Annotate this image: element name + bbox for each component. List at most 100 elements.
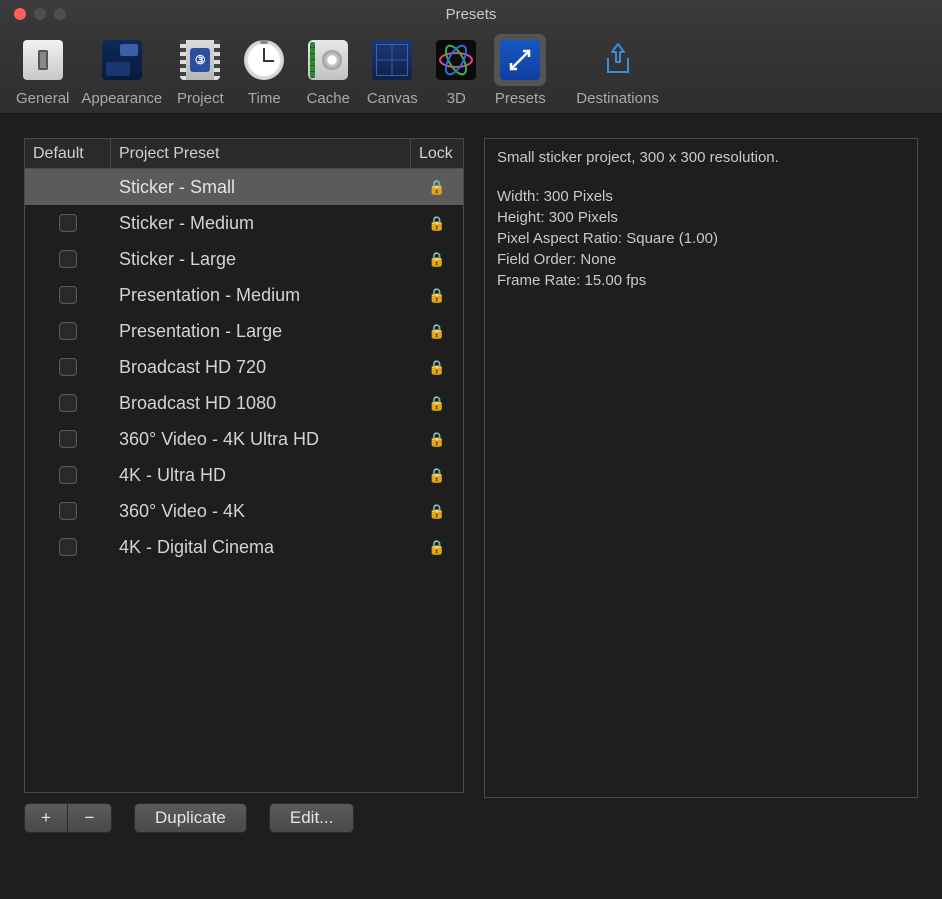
preset-name-cell: 360° Video - 4K [111,493,411,529]
content-area: Default Project Preset Lock Sticker - Sm… [0,114,942,849]
default-cell [25,169,111,205]
default-checkbox[interactable] [59,250,77,268]
presets-table: Default Project Preset Lock Sticker - Sm… [24,138,464,793]
table-row[interactable]: Sticker - Medium🔒 [25,205,463,241]
close-window-button[interactable] [14,8,26,20]
preset-info-line: Height: 300 Pixels [497,207,905,228]
default-cell [25,349,111,385]
default-checkbox[interactable] [59,538,77,556]
window-title: Presets [0,6,942,23]
lock-cell: 🔒 [411,169,463,205]
lock-icon: 🔒 [428,431,445,448]
minimize-window-button[interactable] [34,8,46,20]
preset-summary: Small sticker project, 300 x 300 resolut… [497,147,905,168]
default-cell [25,241,111,277]
default-checkbox[interactable] [59,502,77,520]
preset-name-cell: Broadcast HD 720 [111,349,411,385]
preset-info-line: Width: 300 Pixels [497,186,905,207]
default-checkbox[interactable] [59,214,77,232]
film-icon: ③ [180,40,220,80]
default-cell [25,529,111,565]
column-header-lock[interactable]: Lock [411,139,463,168]
table-row[interactable]: Sticker - Large 🔒 [25,241,463,277]
list-footer: + − Duplicate Edit... [24,793,464,843]
default-cell [25,385,111,421]
table-body: Sticker - Small🔒Sticker - Medium🔒Sticker… [25,169,463,565]
table-row[interactable]: Broadcast HD 1080 🔒 [25,385,463,421]
default-checkbox[interactable] [59,358,77,376]
stopwatch-icon [244,40,284,80]
toolbar-tab-cache[interactable]: Cache [296,34,360,107]
preset-info-line: Field Order: None [497,249,905,270]
lock-cell: 🔒 [411,529,463,565]
default-checkbox[interactable] [59,466,77,484]
preset-name-cell: Presentation - Medium [111,277,411,313]
toolbar-tab-canvas[interactable]: Canvas [360,34,424,107]
default-cell [25,205,111,241]
default-checkbox[interactable] [59,322,77,340]
toolbar-tab-destinations[interactable]: Destinations [570,34,665,107]
toolbar-tab-time[interactable]: Time [232,34,296,107]
lock-icon: 🔒 [428,251,445,268]
column-header-default[interactable]: Default [25,139,111,168]
table-row[interactable]: 360° Video - 4K🔒 [25,493,463,529]
toolbar-tab-appearance[interactable]: Appearance [75,34,168,107]
preset-name-cell: Sticker - Small [111,169,411,205]
preset-name-cell: Sticker - Large [111,241,411,277]
table-row[interactable]: 4K - Ultra HD🔒 [25,457,463,493]
lock-icon: 🔒 [428,467,445,484]
preset-info-panel: Small sticker project, 300 x 300 resolut… [484,138,918,798]
toolbar-tab-general[interactable]: General [10,34,75,107]
traffic-lights [14,8,66,20]
remove-preset-button[interactable]: − [68,803,112,833]
lock-cell: 🔒 [411,493,463,529]
toolbar-tab-presets[interactable]: Presets [488,34,552,107]
lock-cell: 🔒 [411,421,463,457]
table-row[interactable]: Sticker - Small🔒 [25,169,463,205]
default-cell [25,421,111,457]
zoom-window-button[interactable] [54,8,66,20]
default-cell [25,493,111,529]
3d-icon [436,40,476,80]
add-remove-segment: + − [24,803,112,833]
column-header-preset[interactable]: Project Preset [111,139,411,168]
lock-cell: 🔒 [411,457,463,493]
toolbar-tab-3d[interactable]: 3D [424,34,488,107]
lock-icon: 🔒 [428,323,445,340]
lock-icon: 🔒 [428,539,445,556]
default-checkbox[interactable] [59,394,77,412]
lock-icon: 🔒 [428,287,445,304]
lock-cell: 🔒 [411,205,463,241]
duplicate-button[interactable]: Duplicate [134,803,247,833]
default-checkbox[interactable] [59,430,77,448]
canvas-icon [372,40,412,80]
lock-icon: 🔒 [428,215,445,232]
cache-icon [308,40,348,80]
preset-name-cell: 360° Video - 4K Ultra HD [111,421,411,457]
appearance-icon [102,40,142,80]
lock-cell: 🔒 [411,313,463,349]
default-cell [25,313,111,349]
preset-name-cell: Broadcast HD 1080 [111,385,411,421]
table-row[interactable]: Broadcast HD 720 🔒 [25,349,463,385]
lock-cell: 🔒 [411,277,463,313]
presets-list-panel: Default Project Preset Lock Sticker - Sm… [24,138,464,843]
table-row[interactable]: 4K - Digital Cinema 🔒 [25,529,463,565]
titlebar: Presets [0,0,942,28]
toolbar-tab-project[interactable]: ③ Project [168,34,232,107]
table-row[interactable]: Presentation - Medium 🔒 [25,277,463,313]
lock-cell: 🔒 [411,385,463,421]
share-icon [598,40,638,80]
edit-button[interactable]: Edit... [269,803,354,833]
preset-name-cell: 4K - Digital Cinema [111,529,411,565]
preset-name-cell: Presentation - Large [111,313,411,349]
table-row[interactable]: 360° Video - 4K Ultra HD 🔒 [25,421,463,457]
preset-info-line: Frame Rate: 15.00 fps [497,270,905,291]
default-checkbox[interactable] [59,286,77,304]
lock-icon: 🔒 [428,359,445,376]
add-preset-button[interactable]: + [24,803,68,833]
presets-icon [500,40,540,80]
table-row[interactable]: Presentation - Large 🔒 [25,313,463,349]
lock-icon: 🔒 [428,395,445,412]
lock-cell: 🔒 [411,241,463,277]
